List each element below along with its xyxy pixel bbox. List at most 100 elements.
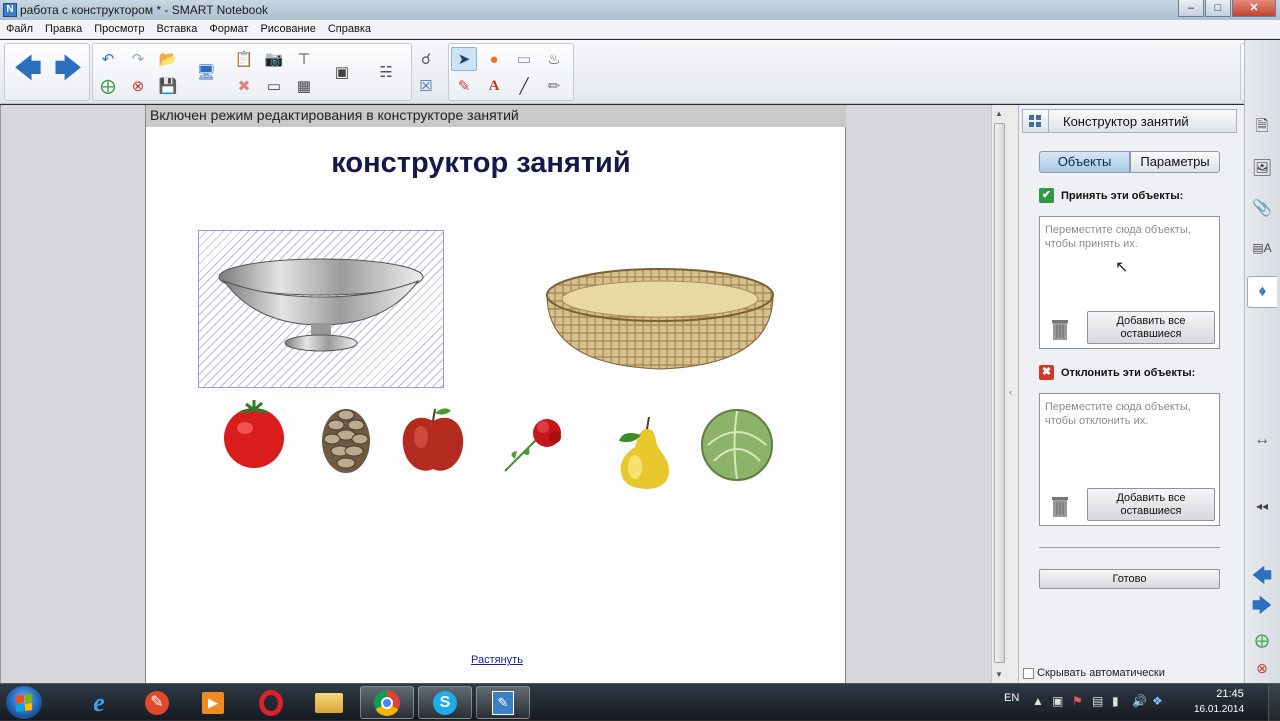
responses-icon[interactable]: ☵ <box>373 60 399 84</box>
reject-label-text: Отклонить эти объекты: <box>1061 366 1196 379</box>
autohide-label: Скрывать автоматически <box>1037 667 1165 679</box>
stretch-link[interactable]: Растянуть <box>471 654 523 666</box>
vertical-scrollbar[interactable]: ▲ ▼ <box>991 105 1008 683</box>
document-camera-icon[interactable]: ▣ <box>329 60 355 84</box>
line-tool-icon[interactable]: ╱ <box>511 74 537 98</box>
clock-date[interactable]: 16.01.2014 <box>1194 704 1244 715</box>
pine-cone-image[interactable] <box>318 405 374 475</box>
tab-objects[interactable]: Объекты <box>1039 151 1130 173</box>
show-desktop-button[interactable] <box>1268 684 1280 721</box>
reject-add-all-button[interactable]: Добавить все оставшиеся <box>1087 488 1215 521</box>
start-button[interactable] <box>6 686 42 719</box>
display-screen-icon[interactable]: 🖥 <box>193 60 219 84</box>
gallery-icon[interactable]: 🖼 <box>1247 152 1277 184</box>
scroll-down-icon[interactable]: ▼ <box>995 670 1003 679</box>
fill-tool-icon[interactable]: ♨ <box>541 47 567 71</box>
carnation-image[interactable] <box>501 417 567 473</box>
reject-dropzone[interactable]: Переместите сюда объекты, чтобы отклонит… <box>1039 393 1220 526</box>
swap-sides-icon[interactable]: ↔ <box>1247 424 1277 456</box>
open-folder-icon[interactable]: 📂 <box>155 47 181 71</box>
menu-file[interactable]: Файл <box>0 20 39 38</box>
file-explorer-icon[interactable] <box>302 686 356 719</box>
skype-icon[interactable]: S <box>418 686 472 719</box>
text-format-icon[interactable]: ⊤ <box>291 47 317 71</box>
select-tool-icon[interactable]: ➤ <box>451 47 477 71</box>
chrome-icon[interactable] <box>360 686 414 719</box>
menu-insert[interactable]: Вставка <box>150 20 203 38</box>
trash-icon[interactable] <box>1050 494 1070 518</box>
minimize-button[interactable]: – <box>1178 0 1204 17</box>
wicker-basket-image[interactable] <box>543 265 777 377</box>
table-icon[interactable]: ▦ <box>291 74 317 98</box>
screen-capture-icon[interactable]: 📷 <box>261 47 287 71</box>
delete-page-icon[interactable]: ⊗ <box>125 74 151 98</box>
silver-bowl-image[interactable] <box>216 255 426 355</box>
screen-shade-icon[interactable]: ▭ <box>261 74 287 98</box>
notebook-page[interactable]: Включен режим редактирования в конструкт… <box>145 105 846 683</box>
internet-explorer-icon[interactable]: e <box>72 686 126 719</box>
trash-icon[interactable] <box>1050 317 1070 341</box>
add-page-icon[interactable]: ⨁ <box>95 74 121 98</box>
media-player-icon[interactable]: ▶ <box>186 686 240 719</box>
pens-tool-icon[interactable]: ✎ <box>451 74 477 98</box>
smart-tools-icon[interactable]: ✎ <box>130 686 184 719</box>
window-title: работа с конструктором * - SMART Noteboo… <box>20 3 269 17</box>
side-tab-strip: 🗎 🖼 📎 ▤A ♦ ↔ ◂◂ 🡄 🡆 ⨁ ⊗ <box>1244 40 1280 683</box>
battery-icon[interactable]: ▮ <box>1112 694 1119 708</box>
shapes-tool-icon[interactable]: ● <box>481 47 507 71</box>
tab-parameters[interactable]: Параметры <box>1130 151 1220 173</box>
smart-notebook-taskbar-icon[interactable]: ✎ <box>476 686 530 719</box>
collapse-icon[interactable]: ◂◂ <box>1247 490 1277 522</box>
cabbage-image[interactable] <box>698 409 776 481</box>
volume-icon[interactable]: 🔊 <box>1132 694 1147 708</box>
tray-expand-icon[interactable]: ▲ <box>1032 694 1044 708</box>
redo-icon[interactable]: ↷ <box>125 47 151 71</box>
accept-dropzone[interactable]: Переместите сюда объекты, чтобы принять … <box>1039 216 1220 349</box>
menu-draw[interactable]: Рисование <box>254 20 321 38</box>
properties-icon[interactable]: ▤A <box>1247 232 1277 264</box>
scroll-up-icon[interactable]: ▲ <box>995 109 1003 118</box>
panel-splitter[interactable]: ‹ <box>1008 105 1018 683</box>
lesson-builder-tab-icon[interactable]: ♦ <box>1247 276 1277 308</box>
prev-page-icon[interactable]: 🡄 <box>1247 562 1277 594</box>
next-page-button[interactable]: 🡆 <box>51 53 85 84</box>
action-center-icon[interactable]: ⚑ <box>1072 694 1083 708</box>
close-button[interactable]: ✕ <box>1232 0 1276 17</box>
page-title[interactable]: конструктор занятий <box>146 147 816 180</box>
clock-time[interactable]: 21:45 <box>1210 688 1250 700</box>
autohide-option[interactable]: Скрывать автоматически <box>1023 667 1165 679</box>
undo-icon[interactable]: ↶ <box>95 47 121 71</box>
close-view-icon[interactable]: ☒ <box>413 74 439 98</box>
tray-app-icon[interactable]: ▣ <box>1052 694 1063 708</box>
delete-icon[interactable]: ✖ <box>231 74 257 98</box>
text-tool-icon[interactable]: A <box>481 74 507 98</box>
windows-logo-icon <box>16 694 32 712</box>
delete-page-side-icon[interactable]: ⊗ <box>1247 652 1277 684</box>
menu-format[interactable]: Формат <box>203 20 254 38</box>
scroll-thumb[interactable] <box>994 123 1005 663</box>
autohide-checkbox[interactable] <box>1023 667 1034 679</box>
tomato-image[interactable] <box>221 400 287 468</box>
pear-image[interactable] <box>611 415 673 491</box>
smart-board-tray-icon[interactable]: ❖ <box>1152 694 1163 708</box>
attachments-icon[interactable]: 📎 <box>1247 192 1277 224</box>
done-button[interactable]: Готово <box>1039 569 1220 589</box>
menu-help[interactable]: Справка <box>322 20 377 38</box>
paste-icon[interactable]: 📋 <box>231 47 257 71</box>
accept-add-all-button[interactable]: Добавить все оставшиеся <box>1087 311 1215 344</box>
language-indicator[interactable]: EN <box>1004 692 1019 704</box>
menu-view[interactable]: Просмотр <box>88 20 150 38</box>
page-sorter-icon[interactable]: 🗎 <box>1247 112 1277 144</box>
maximize-button[interactable]: □ <box>1205 0 1231 17</box>
opera-icon[interactable] <box>244 686 298 719</box>
highlighter-tool-icon[interactable]: ✏ <box>541 74 567 98</box>
next-page-icon[interactable]: 🡆 <box>1247 592 1277 624</box>
panel-header[interactable]: Конструктор занятий <box>1022 109 1237 133</box>
save-icon[interactable]: 💾 <box>155 74 181 98</box>
previous-page-button[interactable]: 🡄 <box>11 53 45 84</box>
eraser-tool-icon[interactable]: ▭ <box>511 47 537 71</box>
network-icon[interactable]: ▤ <box>1092 694 1103 708</box>
magic-pen-icon[interactable]: ☌ <box>413 47 439 71</box>
apple-image[interactable] <box>401 405 465 475</box>
menu-edit[interactable]: Правка <box>39 20 88 38</box>
